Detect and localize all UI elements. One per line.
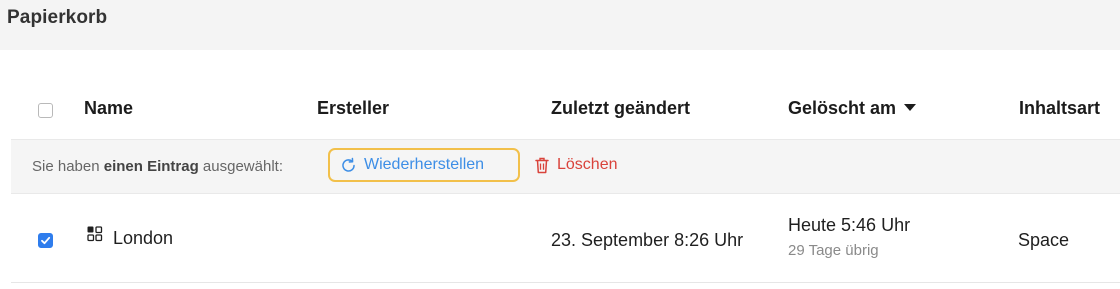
checkmark-icon (41, 236, 51, 245)
selection-summary: Sie haben einen Eintrag ausgewählt: (32, 158, 283, 175)
trash-icon (535, 157, 549, 173)
page-title: Papierkorb (7, 7, 108, 28)
delete-button-label: Löschen (557, 156, 618, 173)
delete-button[interactable]: Löschen (535, 153, 618, 177)
row-modified: 23. September 8:26 Uhr (551, 230, 744, 250)
row-name[interactable]: London (113, 228, 173, 249)
row-remaining-days: 29 Tage übrig (788, 242, 879, 259)
selection-bar: Sie haben einen Eintrag ausgewählt: Wied… (11, 139, 1120, 194)
restore-button[interactable]: Wiederherstellen (328, 148, 520, 182)
table-row[interactable]: London 23. September 8:26 Uhr Heute 5:46… (11, 195, 1120, 283)
column-header-creator[interactable]: Ersteller (317, 98, 389, 119)
row-content-type: Space (1018, 230, 1070, 250)
restore-button-label: Wiederherstellen (364, 156, 485, 173)
table-header: Name Ersteller Zuletzt geändert Gelöscht… (0, 88, 1120, 132)
space-grid-icon (87, 226, 103, 242)
column-header-modified[interactable]: Zuletzt geändert (551, 98, 690, 119)
column-header-deleted-label: Gelöscht am (788, 98, 897, 118)
column-header-deleted[interactable]: Gelöscht am (788, 98, 917, 119)
row-deleted: Heute 5:46 Uhr (788, 215, 911, 235)
caret-down-icon (904, 104, 917, 111)
refresh-icon (342, 157, 355, 172)
column-header-content-type[interactable]: Inhaltsart (1019, 98, 1100, 119)
selection-count: einen Eintrag (103, 158, 199, 175)
page-header: Papierkorb (0, 0, 1120, 50)
row-checkbox[interactable] (38, 233, 53, 248)
select-all-checkbox[interactable] (38, 103, 53, 118)
column-header-name[interactable]: Name (84, 98, 133, 119)
